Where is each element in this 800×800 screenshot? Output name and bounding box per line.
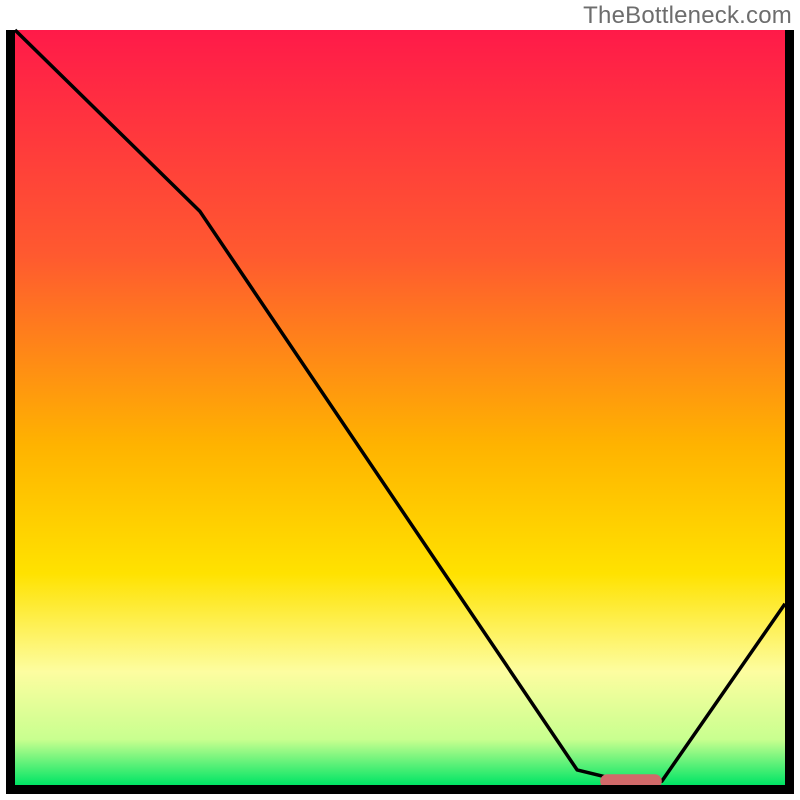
watermark-text: TheBottleneck.com bbox=[583, 2, 792, 30]
bottleneck-chart bbox=[0, 0, 800, 800]
chart-container: TheBottleneck.com bbox=[0, 0, 800, 800]
